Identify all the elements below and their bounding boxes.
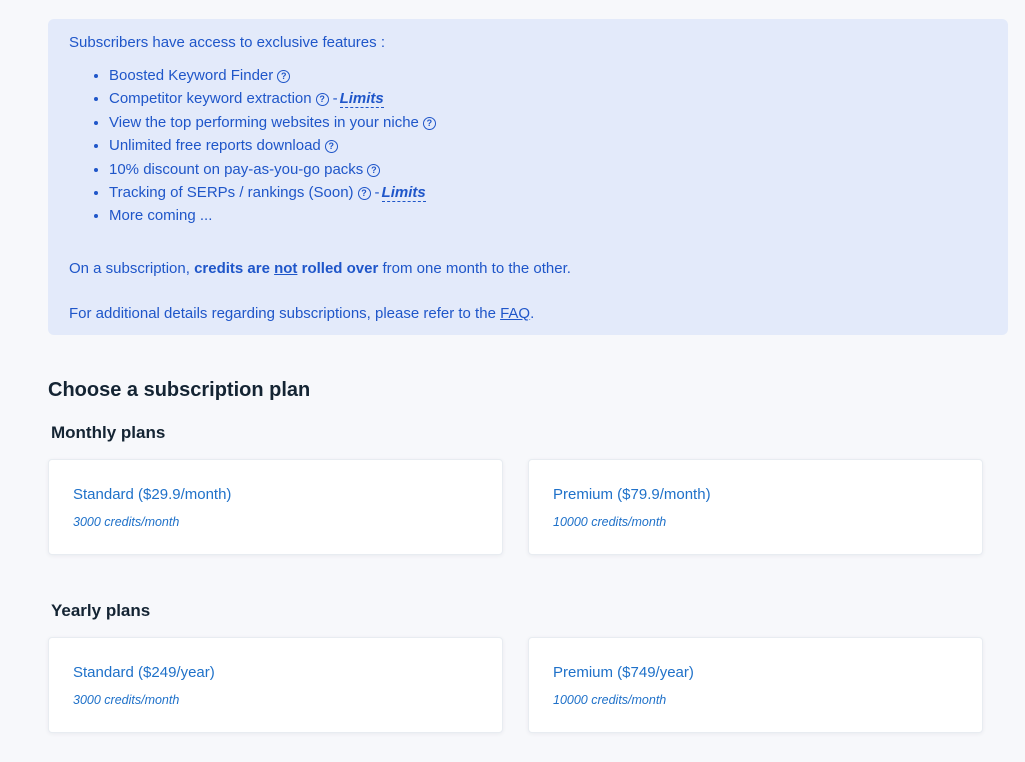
features-intro: Subscribers have access to exclusive fea… xyxy=(69,34,385,51)
feature-label: More coming ... xyxy=(109,207,213,225)
feature-label: Unlimited free reports download xyxy=(109,137,321,155)
plan-credits: 10000 credits/month xyxy=(553,693,667,707)
limits-link[interactable]: Limits xyxy=(381,183,426,202)
help-icon[interactable]: ? xyxy=(315,93,329,107)
rollover-emphasis: credits are not rolled over xyxy=(194,260,378,277)
feature-discount-packs: 10% discount on pay-as-you-go packs? xyxy=(109,158,987,181)
features-list: Boosted Keyword Finder? Competitor keywo… xyxy=(69,64,987,228)
feature-label: Competitor keyword extraction xyxy=(109,90,312,108)
choose-plan-heading: Choose a subscription plan xyxy=(48,379,311,401)
plan-name: Standard ($29.9/month) xyxy=(73,486,232,503)
feature-more-coming: More coming ... xyxy=(109,204,987,227)
faq-link[interactable]: FAQ xyxy=(500,305,530,322)
rollover-notice: On a subscription, credits are not rolle… xyxy=(69,260,987,278)
plan-name: Premium ($749/year) xyxy=(553,664,694,681)
plan-credits: 3000 credits/month xyxy=(73,515,180,529)
plan-card-yearly-standard[interactable]: Standard ($249/year) 3000 credits/month xyxy=(48,637,503,733)
help-icon[interactable]: ? xyxy=(277,70,291,83)
feature-label: View the top performing websites in your… xyxy=(109,113,419,131)
plan-card-yearly-premium[interactable]: Premium ($749/year) 10000 credits/month xyxy=(528,637,983,733)
feature-top-performing-websites: View the top performing websites in your… xyxy=(109,111,987,134)
plan-card-monthly-premium[interactable]: Premium ($79.9/month) 10000 credits/mont… xyxy=(528,459,983,555)
subscriber-features-panel: Subscribers have access to exclusive fea… xyxy=(48,19,1008,335)
faq-suffix: . xyxy=(530,304,535,322)
plan-credits: 3000 credits/month xyxy=(73,693,180,707)
separator: - xyxy=(332,90,338,108)
rollover-bold-b: rolled over xyxy=(297,259,379,277)
plan-card-monthly-standard[interactable]: Standard ($29.9/month) 3000 credits/mont… xyxy=(48,459,503,555)
feature-boosted-keyword-finder: Boosted Keyword Finder? xyxy=(109,64,987,87)
yearly-plans-heading: Yearly plans xyxy=(51,601,151,620)
monthly-plans-heading: Monthly plans xyxy=(51,423,166,442)
rollover-suffix: from one month to the other. xyxy=(378,259,571,277)
limits-link[interactable]: Limits xyxy=(339,90,384,109)
help-icon[interactable]: ? xyxy=(324,140,338,154)
separator: - xyxy=(374,183,380,201)
feature-label: Tracking of SERPs / rankings (Soon) xyxy=(109,183,354,201)
help-icon[interactable]: ? xyxy=(367,163,381,177)
feature-label: Boosted Keyword Finder xyxy=(109,67,274,84)
faq-notice: For additional details regarding subscri… xyxy=(69,305,987,323)
plan-name: Premium ($79.9/month) xyxy=(553,486,711,503)
feature-unlimited-reports: Unlimited free reports download? xyxy=(109,134,987,157)
feature-label: 10% discount on pay-as-you-go packs xyxy=(109,160,364,178)
help-icon[interactable]: ? xyxy=(422,116,436,130)
feature-competitor-keyword-extraction: Competitor keyword extraction?-Limits xyxy=(109,87,987,110)
plan-credits: 10000 credits/month xyxy=(553,515,667,529)
rollover-prefix: On a subscription, xyxy=(69,259,195,277)
rollover-bold-a: credits are xyxy=(194,259,275,277)
rollover-not: not xyxy=(274,259,298,277)
plan-name: Standard ($249/year) xyxy=(73,664,215,681)
faq-prefix: For additional details regarding subscri… xyxy=(69,304,501,322)
help-icon[interactable]: ? xyxy=(357,186,371,200)
feature-serp-tracking: Tracking of SERPs / rankings (Soon)?-Lim… xyxy=(109,181,987,204)
